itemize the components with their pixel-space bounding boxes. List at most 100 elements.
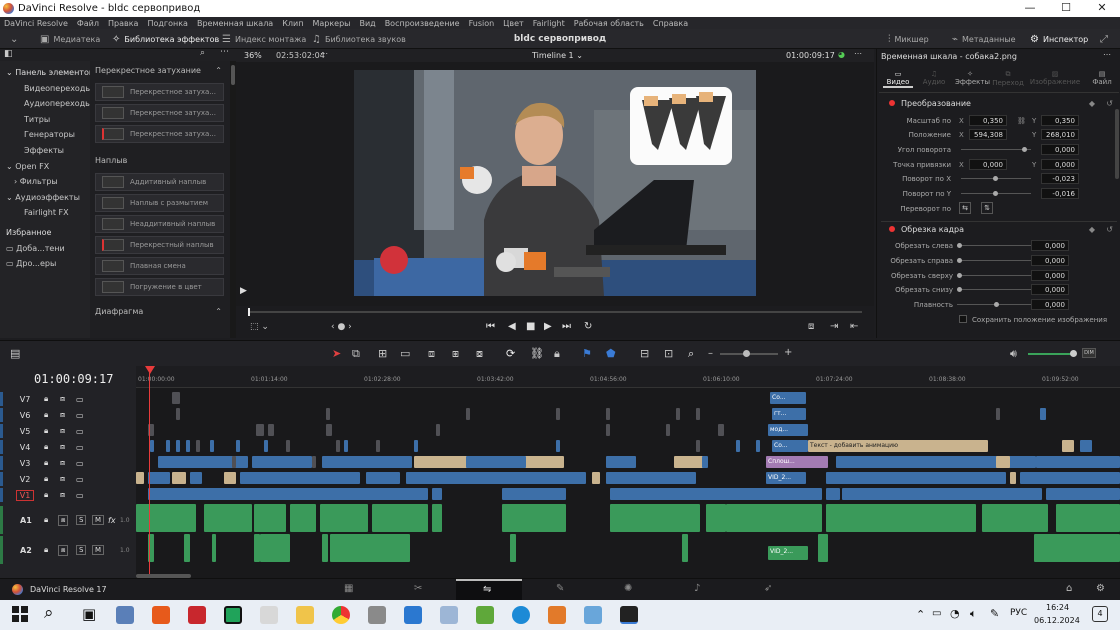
stop-button[interactable]: ■: [526, 321, 535, 332]
timeline-clip[interactable]: [1046, 488, 1120, 500]
timeline-clip[interactable]: [330, 534, 410, 562]
volume-slider[interactable]: [1028, 353, 1072, 355]
crop-left-field[interactable]: 0,000: [1031, 240, 1069, 251]
tree-filters[interactable]: › Фильтры: [0, 174, 90, 190]
link-icon[interactable]: ⛓: [1017, 117, 1026, 125]
metadata-button[interactable]: ⌁ Метаданные: [952, 29, 1016, 49]
slider-knob[interactable]: [994, 302, 999, 307]
fx-item[interactable]: Перекрестное затуха...: [95, 125, 224, 143]
timeline-clip[interactable]: [366, 472, 400, 484]
timeline-selector[interactable]: Timeline 1 ⌄: [532, 51, 583, 60]
timeline-clip[interactable]: [166, 440, 170, 452]
timeline-clip[interactable]: [312, 456, 316, 468]
settings-gear-icon[interactable]: ⚙: [1096, 583, 1105, 594]
minimize-button[interactable]: —: [1012, 0, 1048, 17]
timeline-ruler[interactable]: 01:00:00:00 01:01:14:00 01:02:28:00 01:0…: [136, 366, 1120, 388]
softness-field[interactable]: 0,000: [1031, 299, 1069, 310]
auto-select-icon[interactable]: ⧈: [60, 394, 65, 404]
timeline-clip[interactable]: [204, 504, 252, 532]
timeline-clip[interactable]: [466, 456, 526, 468]
tree-audio-fx[interactable]: ⌄ Аудиоэффекты: [0, 190, 90, 206]
group-cross-dissolve[interactable]: Перекрестное затухание ⌃: [90, 61, 230, 81]
timeline-clip[interactable]: [252, 456, 312, 468]
zoom-full-icon[interactable]: ⊟: [640, 347, 649, 360]
search-icon[interactable]: ⌕: [200, 48, 205, 58]
timeline-clip[interactable]: [236, 440, 240, 452]
timeline-clip[interactable]: [336, 440, 340, 452]
auto-select-icon[interactable]: ⧈: [60, 426, 65, 436]
anchor-y-field[interactable]: 0,000: [1041, 159, 1079, 170]
yaw-field[interactable]: -0,016: [1041, 188, 1079, 199]
tree-audio-transitions[interactable]: Аудиопереходы: [0, 96, 90, 112]
taskbar-app-icon[interactable]: [116, 606, 134, 624]
edit-page-button[interactable]: ⇋: [456, 579, 522, 601]
auto-select-icon[interactable]: ⧈: [58, 544, 69, 556]
timeline-clip[interactable]: [320, 504, 368, 532]
insert-clip-icon[interactable]: ⧈: [428, 347, 435, 361]
timeline-clip[interactable]: [322, 534, 328, 562]
pitch-field[interactable]: -0,023: [1041, 173, 1079, 184]
timeline-clip[interactable]: [726, 488, 822, 500]
lock-icon[interactable]: 🔒︎: [44, 515, 48, 525]
auto-select-icon[interactable]: ⧈: [60, 490, 65, 500]
zoom-detail-icon[interactable]: ⊡: [664, 347, 673, 360]
timeline-clip[interactable]: [718, 424, 724, 436]
timeline-clip[interactable]: [736, 440, 740, 452]
lock-icon[interactable]: 🔒︎: [554, 347, 560, 361]
anchor-x-field[interactable]: 0,000: [969, 159, 1007, 170]
flip-horizontal-icon[interactable]: ⇆: [959, 202, 971, 214]
timeline-clip[interactable]: [376, 440, 380, 452]
timeline-clip[interactable]: [268, 424, 274, 436]
timeline-clip[interactable]: [372, 504, 428, 532]
dynamic-trim-icon[interactable]: ⊞: [378, 347, 387, 360]
menu-mark[interactable]: Маркеры: [312, 19, 350, 28]
timeline-clip[interactable]: VID_2...: [766, 472, 806, 484]
monitor-icon[interactable]: ▭: [76, 411, 84, 420]
rotation-slider[interactable]: [961, 149, 1031, 150]
timeline-clip[interactable]: [610, 488, 730, 500]
pen-icon[interactable]: ✎: [990, 607, 999, 620]
zoom-dropdown[interactable]: 36%: [244, 51, 262, 60]
timeline-clip[interactable]: [706, 504, 726, 532]
clock-time[interactable]: 16:24: [1046, 603, 1069, 612]
lock-icon[interactable]: 🔒︎: [44, 490, 48, 500]
timeline-clip[interactable]: [150, 440, 154, 452]
title-clip[interactable]: Текст - добавить анимацию: [808, 440, 988, 452]
timeline-clip[interactable]: [240, 472, 360, 484]
snapping-icon[interactable]: ⟳: [506, 347, 515, 360]
transform-section-header[interactable]: Преобразование ◆ ↺: [881, 96, 1117, 112]
timeline-clip[interactable]: мод...: [768, 424, 808, 436]
auto-select-icon[interactable]: ⧈: [60, 474, 65, 484]
timeline-clip[interactable]: Сплош...: [766, 456, 828, 468]
file-explorer-icon[interactable]: [296, 606, 314, 624]
timeline-clip[interactable]: [1080, 440, 1092, 452]
inspector-button[interactable]: ⚙ Инспектор: [1030, 29, 1088, 49]
timeline-clip[interactable]: [326, 424, 332, 436]
selection-tool-icon[interactable]: ➤: [332, 347, 341, 360]
timeline-clip[interactable]: [232, 456, 236, 468]
slider-knob[interactable]: [957, 258, 962, 263]
track-header-v2[interactable]: V2 🔒︎ ⧈ ▭: [0, 472, 136, 486]
scrubber-handle[interactable]: [248, 308, 250, 316]
more-options-icon[interactable]: ⋯: [320, 49, 328, 58]
video-frame[interactable]: [354, 70, 756, 296]
keyframe-icon[interactable]: ◆: [1089, 222, 1095, 238]
position-x-field[interactable]: 594,308: [969, 129, 1007, 140]
zoom-x-field[interactable]: 0,350: [969, 115, 1007, 126]
timeline-clip[interactable]: [290, 504, 316, 532]
play-button[interactable]: ▶: [544, 321, 552, 332]
timeline-clip[interactable]: [260, 534, 290, 562]
go-to-start-button[interactable]: ⏮: [486, 321, 495, 332]
timeline-clip[interactable]: [184, 534, 190, 562]
timeline-clip[interactable]: [996, 456, 1010, 468]
crop-left-slider[interactable]: [957, 245, 1031, 246]
track-header-v1[interactable]: V1 🔒︎ ⧈ ▭: [0, 488, 136, 502]
menu-color[interactable]: Цвет: [503, 19, 524, 28]
timeline-clip[interactable]: [826, 504, 976, 532]
color-page-icon[interactable]: ✺: [624, 583, 632, 594]
fx-item[interactable]: Аддитивный наплыв: [95, 173, 224, 191]
zoom-slider-knob[interactable]: [743, 350, 750, 357]
timeline-clip[interactable]: [1062, 440, 1074, 452]
timeline-clip[interactable]: [502, 504, 566, 532]
home-icon[interactable]: ⌂: [1066, 583, 1072, 594]
